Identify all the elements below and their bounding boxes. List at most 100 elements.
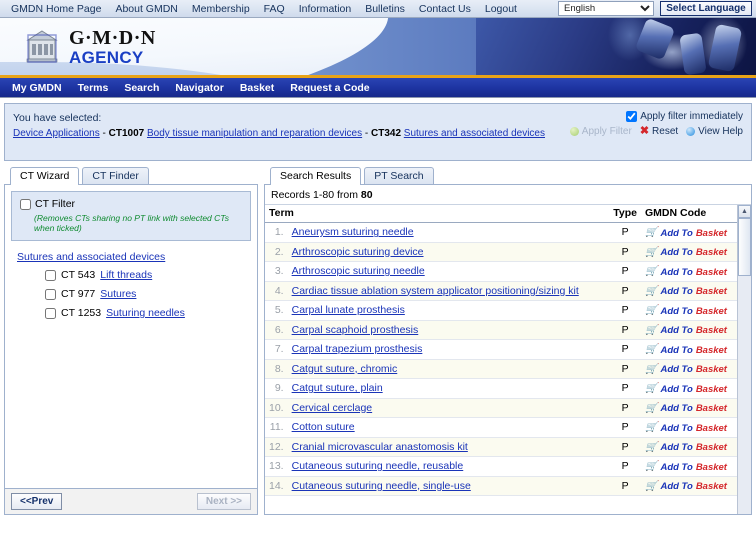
ct-item-label[interactable]: Lift threads (100, 269, 152, 281)
add-to-basket-label-1: Add To (660, 325, 693, 336)
topnav-item-home[interactable]: GMDN Home Page (4, 3, 108, 15)
tab-ct-finder[interactable]: CT Finder (82, 167, 149, 184)
column-header-gmdn-code[interactable]: GMDN Code (641, 205, 737, 223)
results-scrollbar[interactable]: ▲ (737, 205, 751, 514)
scrollbar-track[interactable] (738, 218, 751, 514)
table-row: 6. Carpal scaphoid prosthesis P 🛒 Add To Bask… (265, 320, 737, 340)
term-link[interactable]: Arthroscopic suturing device (292, 246, 424, 258)
row-basket-cell: 🛒 Add To Basket (641, 320, 737, 340)
ct-item-label[interactable]: Sutures (100, 288, 136, 300)
topnav-item-contact[interactable]: Contact Us (412, 3, 478, 15)
table-row: 11. Cotton suture P 🛒 Add To Basket (265, 417, 737, 438)
subnav-item-search[interactable]: Search (116, 82, 167, 94)
term-link[interactable]: Carpal lunate prosthesis (292, 304, 405, 316)
ct-tree-root-link[interactable]: Sutures and associated devices (17, 251, 165, 263)
ct-item-checkbox[interactable] (45, 269, 56, 281)
row-term-cell: Arthroscopic suturing needle (287, 261, 610, 282)
add-to-basket-button[interactable]: 🛒 Add To Basket (645, 384, 727, 395)
row-type: P (609, 476, 641, 496)
results-table: Term Type GMDN Code 1. Aneurysm suturing … (265, 205, 737, 496)
add-to-basket-label-1: Add To (660, 481, 693, 492)
ct-item-checkbox[interactable] (45, 288, 56, 300)
gmdn-logo[interactable]: G·M·D·N AGENCY (22, 27, 156, 67)
breadcrumb-link-body-tissue[interactable]: Body tissue manipulation and reparation … (147, 128, 362, 139)
view-help-button[interactable]: View Help (686, 126, 743, 137)
add-to-basket-button[interactable]: 🛒 Add To Basket (645, 423, 727, 434)
row-term-cell: Cranial microvascular anastomosis kit (287, 437, 610, 457)
topnav-item-information[interactable]: Information (292, 3, 359, 15)
add-to-basket-button[interactable]: 🛒 Add To Basket (645, 286, 727, 297)
tab-pt-search[interactable]: PT Search (364, 167, 434, 184)
scrollbar-thumb[interactable] (738, 218, 751, 276)
add-to-basket-button[interactable]: 🛒 Add To Basket (645, 267, 727, 278)
term-link[interactable]: Cutaneous suturing needle, reusable (292, 460, 464, 472)
ct-filter-row[interactable]: CT Filter (20, 198, 244, 210)
subnav-item-my-gmdn[interactable]: My GMDN (4, 82, 70, 94)
table-row: 1. Aneurysm suturing needle P 🛒 Add To Basket (265, 222, 737, 243)
add-to-basket-button[interactable]: 🛒 Add To Basket (645, 247, 727, 258)
column-header-type[interactable]: Type (609, 205, 641, 223)
term-link[interactable]: Cervical cerclage (292, 402, 373, 414)
table-row: 2. Arthroscopic suturing device P 🛒 Add To Ba… (265, 242, 737, 262)
ct-tree-item[interactable]: CT 1253 Suturing needles (45, 307, 251, 319)
subnav-item-basket[interactable]: Basket (232, 82, 282, 94)
apply-filter-immediately-checkbox[interactable] (626, 111, 638, 122)
row-index: 1. (265, 222, 288, 243)
ct-item-code: CT 977 (61, 288, 96, 300)
column-header-term[interactable]: Term (265, 205, 610, 223)
ct-tree-item[interactable]: CT 977 Sutures (45, 288, 251, 300)
row-basket-cell: 🛒 Add To Basket (641, 437, 737, 457)
breadcrumb-link-sutures[interactable]: Sutures and associated devices (404, 128, 545, 139)
term-link[interactable]: Carpal scaphoid prosthesis (292, 324, 419, 336)
add-to-basket-button[interactable]: 🛒 Add To Basket (645, 462, 727, 473)
topnav-item-faq[interactable]: FAQ (257, 3, 292, 15)
ct-filter-box: CT Filter (Removes CTs sharing no PT lin… (11, 191, 251, 241)
term-link[interactable]: Cutaneous suturing needle, single-use (292, 480, 471, 492)
select-language-button[interactable]: Select Language (660, 1, 752, 16)
row-index: 6. (265, 320, 288, 340)
ct-filter-checkbox[interactable] (20, 198, 31, 210)
secondary-navigation-bar: My GMDN Terms Search Navigator Basket Re… (0, 78, 756, 98)
breadcrumb-link-device-applications[interactable]: Device Applications (13, 128, 100, 139)
add-to-basket-button[interactable]: 🛒 Add To Basket (645, 481, 727, 492)
subnav-item-terms[interactable]: Terms (70, 82, 117, 94)
apply-filter-immediately-row[interactable]: Apply filter immediately (570, 111, 743, 122)
row-basket-cell: 🛒 Add To Basket (641, 398, 737, 418)
term-link[interactable]: Carpal trapezium prosthesis (292, 343, 423, 355)
term-link[interactable]: Cotton suture (292, 421, 355, 433)
topnav-item-logout[interactable]: Logout (478, 3, 524, 15)
add-to-basket-label-1: Add To (660, 344, 693, 356)
subnav-item-navigator[interactable]: Navigator (167, 82, 231, 94)
add-to-basket-button[interactable]: 🛒 Add To Basket (645, 325, 727, 336)
subnav-item-request-a-code[interactable]: Request a Code (282, 82, 377, 94)
add-to-basket-button[interactable]: 🛒 Add To Basket (645, 228, 727, 239)
add-to-basket-button[interactable]: 🛒 Add To Basket (645, 403, 727, 414)
term-link[interactable]: Aneurysm suturing needle (292, 226, 414, 238)
term-link[interactable]: Catgut suture, chromic (292, 363, 398, 375)
term-link[interactable]: Arthroscopic suturing needle (292, 265, 425, 277)
term-link[interactable]: Cardiac tissue ablation system applicato… (292, 285, 579, 297)
ct-item-label[interactable]: Suturing needles (106, 307, 185, 319)
tab-search-results[interactable]: Search Results (270, 167, 362, 185)
ct-item-checkbox[interactable] (45, 307, 56, 319)
language-select[interactable]: English (558, 1, 654, 16)
term-link[interactable]: Cranial microvascular anastomosis kit (292, 441, 468, 453)
row-index: 5. (265, 300, 288, 321)
topnav-item-about[interactable]: About GMDN (108, 3, 184, 15)
add-to-basket-button[interactable]: 🛒 Add To Basket (645, 442, 727, 453)
reset-button[interactable]: ✖ Reset (640, 126, 678, 138)
add-to-basket-button[interactable]: 🛒 Add To Basket (645, 345, 727, 356)
prev-button[interactable]: <<Prev (11, 493, 63, 510)
ct-tree-item[interactable]: CT 543 Lift threads (45, 269, 251, 281)
add-to-basket-button[interactable]: 🛒 Add To Basket (645, 364, 727, 375)
add-to-basket-button[interactable]: 🛒 Add To Basket (645, 306, 727, 317)
scroll-up-arrow-icon[interactable]: ▲ (738, 205, 751, 218)
topnav-item-membership[interactable]: Membership (185, 3, 257, 15)
row-term-cell: Cutaneous suturing needle, reusable (287, 456, 610, 477)
topnav-item-bulletins[interactable]: Bulletins (358, 3, 412, 15)
row-type: P (609, 437, 641, 457)
green-ball-icon (569, 127, 579, 136)
apply-filter-button[interactable]: Apply Filter (569, 126, 632, 137)
tab-ct-wizard[interactable]: CT Wizard (10, 167, 80, 185)
term-link[interactable]: Catgut suture, plain (292, 382, 383, 394)
